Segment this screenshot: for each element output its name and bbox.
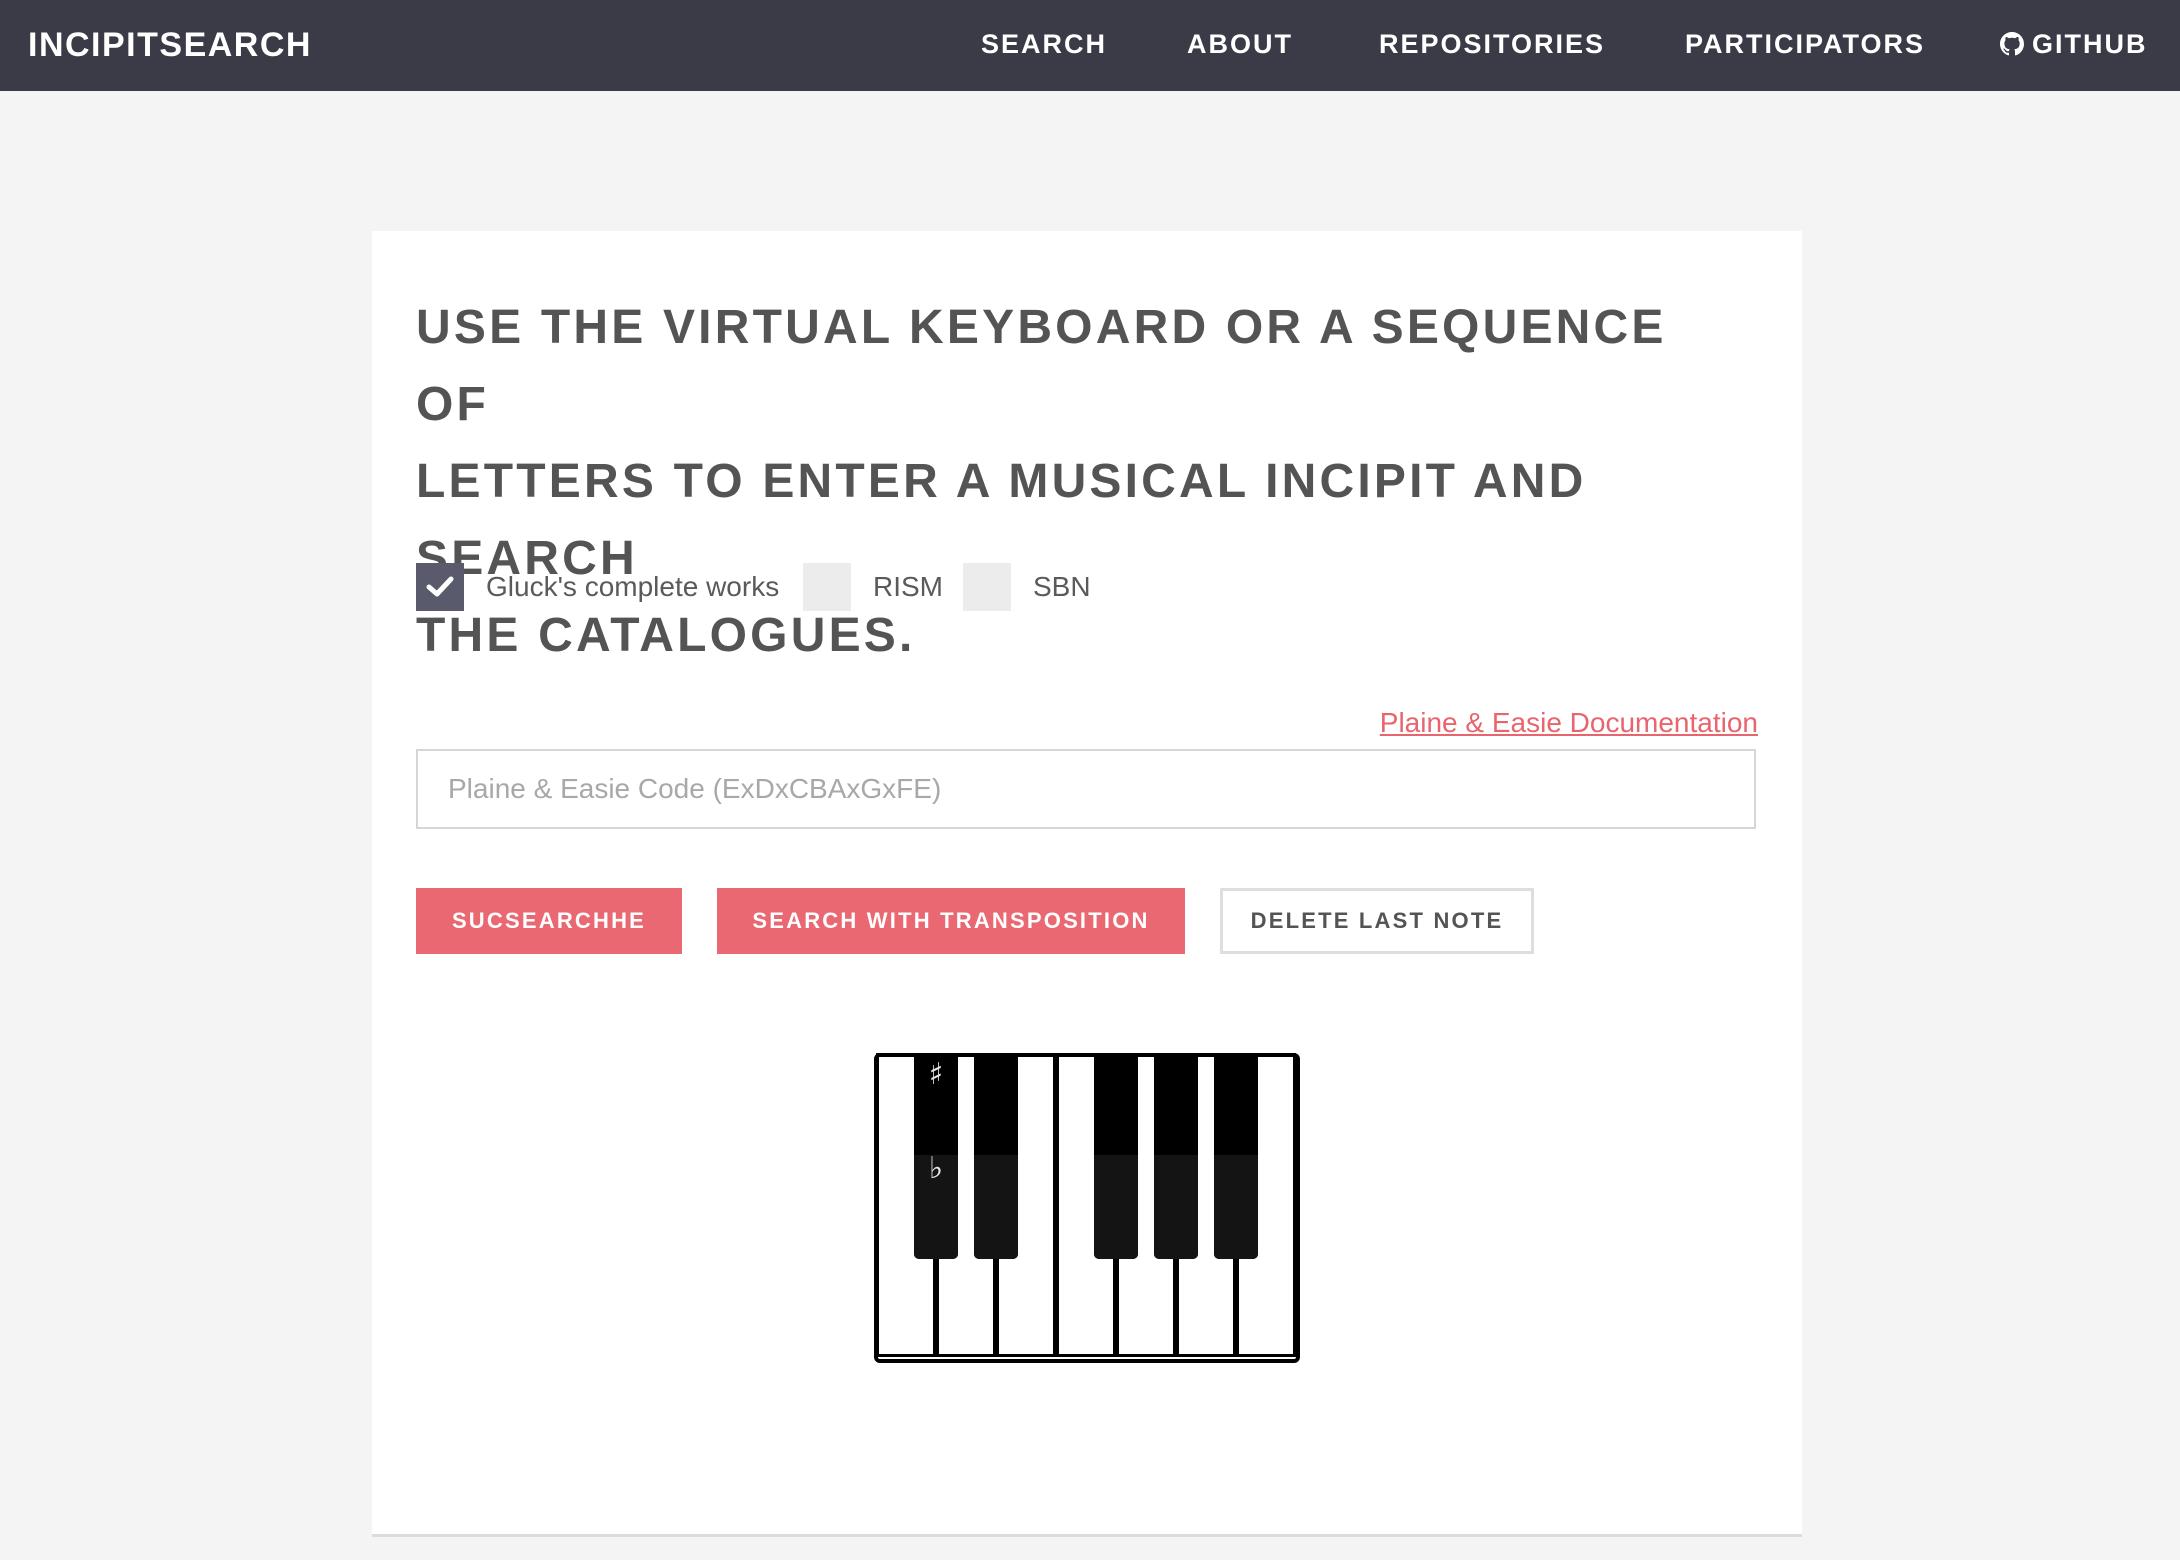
brand-logo[interactable]: INCIPITSEARCH xyxy=(28,0,312,91)
page-headline: USE THE VIRTUAL KEYBOARD OR A SEQUENCE O… xyxy=(416,289,1756,674)
catalogue-checkbox-rism[interactable] xyxy=(803,563,851,611)
piano-black-key[interactable]: ♯ ♭ xyxy=(914,1053,958,1259)
plaine-easie-doc-link[interactable]: Plaine & Easie Documentation xyxy=(1380,707,1758,739)
delete-last-note-button[interactable]: DELETE LAST NOTE xyxy=(1220,888,1534,954)
github-icon xyxy=(2000,32,2024,56)
headline-line-3: THE CATALOGUES. xyxy=(416,609,916,662)
nav-about[interactable]: ABOUT xyxy=(1187,0,1293,91)
catalogue-label-rism[interactable]: RISM xyxy=(873,563,943,611)
black-key-lower-half xyxy=(1214,1155,1258,1259)
headline-line-1: USE THE VIRTUAL KEYBOARD OR A SEQUENCE O… xyxy=(416,301,1667,431)
nav-repositories[interactable]: REPOSITORIES xyxy=(1379,0,1605,91)
nav-search[interactable]: SEARCH xyxy=(981,0,1107,91)
checkmark-icon xyxy=(426,576,454,597)
virtual-piano-keyboard: ♯ ♭ xyxy=(874,1053,1300,1363)
catalogue-checkbox-sbn[interactable] xyxy=(963,563,1011,611)
black-key-lower-half xyxy=(1094,1155,1138,1259)
catalogue-label-gluck[interactable]: Gluck's complete works xyxy=(486,563,779,611)
black-key-lower-half xyxy=(974,1155,1018,1259)
plaine-easie-code-input[interactable] xyxy=(416,749,1756,829)
search-with-transposition-button[interactable]: SEARCH WITH TRANSPOSITION xyxy=(717,888,1185,954)
search-button[interactable]: SUCSEARCHHE xyxy=(416,888,682,954)
black-key-lower-half xyxy=(1154,1155,1198,1259)
piano-black-key[interactable] xyxy=(1214,1053,1258,1259)
search-card: USE THE VIRTUAL KEYBOARD OR A SEQUENCE O… xyxy=(372,231,1802,1537)
sharp-icon: ♯ xyxy=(928,1057,944,1092)
nav-github[interactable]: GITHUB xyxy=(2000,0,2148,91)
catalogue-label-sbn[interactable]: SBN xyxy=(1033,563,1091,611)
catalogue-checkbox-gluck[interactable] xyxy=(416,563,464,611)
piano-black-key[interactable] xyxy=(974,1053,1018,1259)
piano-black-key[interactable] xyxy=(1094,1053,1138,1259)
top-navbar: INCIPITSEARCH SEARCH ABOUT REPOSITORIES … xyxy=(0,0,2180,91)
nav-github-label: GITHUB xyxy=(2032,29,2148,59)
piano-black-key[interactable] xyxy=(1154,1053,1198,1259)
nav-participators[interactable]: PARTICIPATORS xyxy=(1685,0,1925,91)
flat-icon: ♭ xyxy=(928,1151,944,1186)
